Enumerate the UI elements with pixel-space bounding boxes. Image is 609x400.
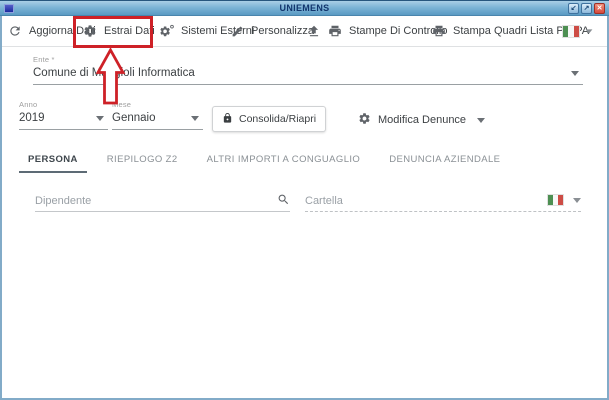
dipendente-field[interactable] — [35, 191, 290, 212]
restore-button[interactable]: ↙ — [568, 3, 579, 14]
window-border-left — [0, 16, 2, 400]
dipendente-input[interactable] — [35, 192, 290, 210]
tab-bar: PERSONA RIEPILOGO Z2 ALTRI IMPORTI A CON… — [19, 148, 520, 173]
ente-label: Ente * — [33, 55, 583, 64]
consolida-riapri-button[interactable]: Consolida/Riapri — [212, 106, 326, 132]
modifica-denunce-label: Modifica Denunce — [378, 114, 466, 126]
personalizza-label: Personalizza — [251, 25, 314, 37]
estrai-dati-label: Estrai Dati — [104, 25, 155, 37]
refresh-icon — [8, 24, 22, 38]
mese-value: Gennaio — [112, 112, 203, 124]
tab-riepilogo-z2[interactable]: RIEPILOGO Z2 — [98, 148, 187, 173]
lock-icon — [222, 112, 233, 127]
gear-icon — [83, 24, 97, 38]
window-title: UNIEMENS — [0, 3, 609, 13]
modifica-denunce-button[interactable]: Modifica Denunce — [358, 110, 485, 130]
maximize-button[interactable]: ↗ — [581, 3, 592, 14]
anno-select[interactable]: Anno 2019 — [19, 100, 108, 130]
chevron-down-icon — [586, 29, 593, 33]
italian-flag-icon — [563, 26, 579, 37]
search-icon[interactable] — [277, 193, 290, 211]
pencil-icon — [231, 25, 244, 38]
window-controls: ↙ ↗ ✕ — [568, 3, 605, 14]
ente-select[interactable]: Ente * Comune di Maggioli Informatica — [33, 55, 583, 85]
printer-icon — [328, 24, 342, 38]
gear-icon — [358, 112, 371, 128]
close-button[interactable]: ✕ — [594, 3, 605, 14]
printer-icon — [432, 24, 446, 38]
titlebar[interactable]: UNIEMENS ↙ ↗ ✕ — [0, 0, 609, 16]
upload-icon — [307, 24, 321, 38]
consolida-riapri-label: Consolida/Riapri — [239, 113, 316, 125]
toolbar-divider — [2, 46, 607, 47]
ente-value: Comune di Maggioli Informatica — [33, 67, 583, 79]
tab-denuncia-aziendale[interactable]: DENUNCIA AZIENDALE — [380, 148, 509, 173]
anno-value: 2019 — [19, 112, 108, 124]
chevron-down-icon — [571, 71, 579, 76]
tab-persona[interactable]: PERSONA — [19, 148, 87, 173]
gear-external-icon — [159, 24, 174, 38]
tab-altri-importi-a-conguaglio[interactable]: ALTRI IMPORTI A CONGUAGLIO — [198, 148, 370, 173]
estrai-dati-button[interactable]: Estrai Dati — [83, 16, 155, 46]
cartella-input[interactable] — [305, 192, 581, 210]
italian-flag-icon — [548, 195, 563, 205]
chevron-down-icon — [477, 118, 485, 123]
mese-select[interactable]: Mese Gennaio — [112, 100, 203, 130]
mese-label: Mese — [112, 100, 203, 109]
personalizza-button[interactable]: Personalizza — [231, 16, 314, 46]
language-selector[interactable] — [563, 16, 593, 46]
toolbar: Aggiorna Dati Estrai Dati Sistemi Estern… — [0, 16, 609, 46]
cartella-field[interactable] — [305, 191, 581, 212]
chevron-down-icon — [191, 116, 199, 121]
anno-label: Anno — [19, 100, 108, 109]
chevron-down-icon — [96, 116, 104, 121]
stampe-di-controllo-button[interactable]: Stampe Di Controllo — [328, 16, 447, 46]
chevron-down-icon — [573, 198, 581, 203]
uniemens-window: UNIEMENS ↙ ↗ ✕ Aggiorna Dati Estrai Dati — [0, 0, 609, 400]
upload-button[interactable] — [307, 16, 321, 46]
